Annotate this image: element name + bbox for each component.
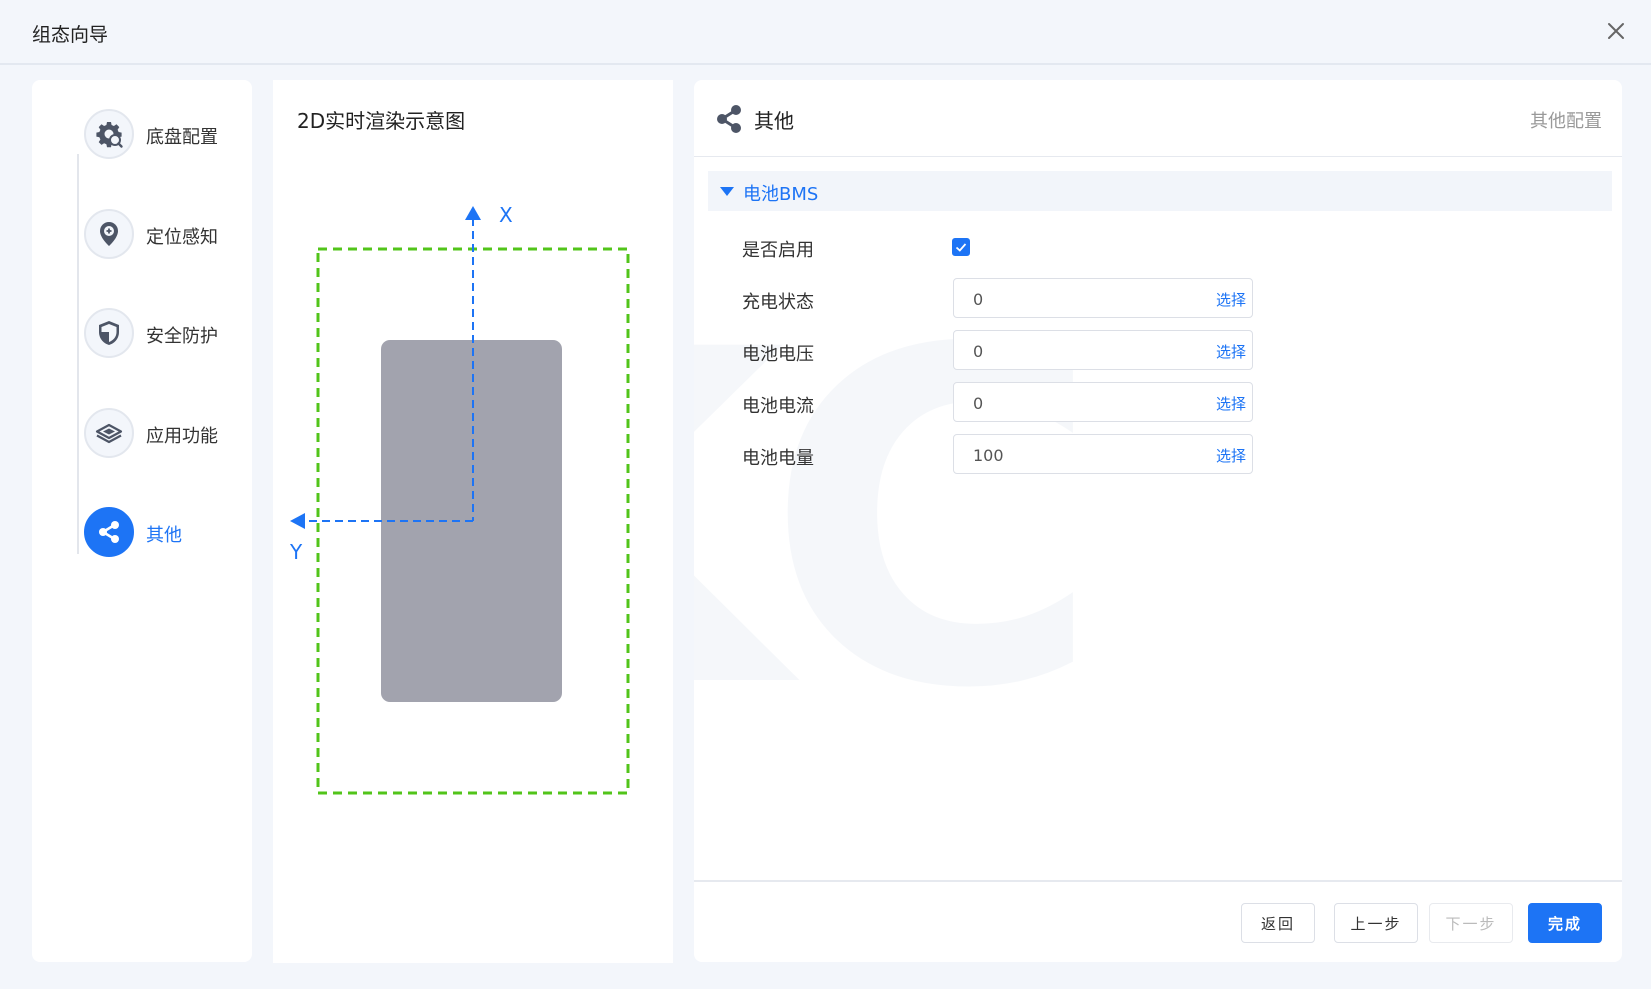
- y-axis-arrow: [290, 513, 305, 529]
- step-label: 安全防护: [146, 326, 218, 347]
- config-title: 其他: [754, 109, 794, 133]
- field-enabled: 是否启用: [694, 226, 1622, 266]
- charge-status-input-wrap: 选择: [953, 278, 1253, 319]
- field-battery-voltage: 电池电压 选择: [694, 330, 1622, 371]
- caret-down-icon: [720, 187, 734, 196]
- battery-voltage-input-wrap: 选择: [953, 330, 1253, 371]
- battery-level-input-wrap: 选择: [953, 434, 1253, 475]
- preview-panel: 2D实时渲染示意图 X Y: [273, 80, 673, 963]
- charge-status-input[interactable]: [954, 279, 1205, 319]
- y-axis-label: Y: [289, 540, 303, 564]
- step-icon-circle: [84, 209, 134, 259]
- step-icon-circle: [84, 507, 134, 557]
- x-axis-arrow: [465, 206, 481, 220]
- step-chassis-config[interactable]: 底盘配置: [84, 109, 274, 163]
- config-panel: KC 其他 其他配置 电池BMS 是否启用 充电状态 选择 电池电压 选择: [694, 80, 1622, 962]
- step-icon-circle: [84, 109, 134, 159]
- step-positioning[interactable]: 定位感知: [84, 209, 274, 263]
- field-battery-level: 电池电量 选择: [694, 434, 1622, 475]
- prev-step-button[interactable]: 上一步: [1334, 903, 1418, 943]
- layers-icon: [95, 423, 123, 444]
- field-charge-status: 充电状态 选择: [694, 278, 1622, 319]
- config-subtitle: 其他配置: [1530, 111, 1602, 132]
- select-button[interactable]: 选择: [1216, 341, 1246, 362]
- config-header: 其他 其他配置: [694, 80, 1622, 157]
- step-other[interactable]: 其他: [84, 507, 274, 561]
- back-button[interactable]: 返回: [1241, 903, 1315, 943]
- step-label: 底盘配置: [146, 127, 218, 148]
- battery-voltage-input[interactable]: [954, 331, 1205, 371]
- section-title: 电池BMS: [743, 184, 819, 205]
- render-canvas: X Y: [289, 203, 630, 795]
- battery-current-input[interactable]: [954, 383, 1205, 423]
- field-label: 充电状态: [742, 292, 814, 313]
- field-label: 电池电流: [742, 396, 814, 417]
- step-label: 定位感知: [146, 227, 218, 248]
- field-label: 是否启用: [742, 240, 814, 261]
- x-axis-label: X: [499, 203, 513, 227]
- window-titlebar: 组态向导: [0, 0, 1651, 65]
- next-step-button[interactable]: 下一步: [1429, 903, 1513, 943]
- step-safety[interactable]: 安全防护: [84, 308, 274, 362]
- field-battery-current: 电池电流 选择: [694, 382, 1622, 423]
- battery-current-input-wrap: 选择: [953, 382, 1253, 423]
- select-button[interactable]: 选择: [1216, 289, 1246, 310]
- window-title: 组态向导: [32, 24, 109, 46]
- close-icon[interactable]: [1601, 16, 1631, 46]
- step-label: 应用功能: [146, 426, 218, 447]
- section-battery-bms[interactable]: 电池BMS: [708, 171, 1612, 211]
- shield-icon: [99, 321, 119, 345]
- step-icon-circle: [84, 308, 134, 358]
- gear-icon: [96, 122, 123, 148]
- step-label: 其他: [146, 525, 182, 546]
- field-label: 电池电量: [742, 448, 814, 469]
- battery-level-input[interactable]: [954, 435, 1205, 475]
- steps-panel: 底盘配置 定位感知 安全防护 应用功能 其他: [32, 80, 252, 962]
- location-pin-icon: [100, 222, 118, 246]
- step-icon-circle: [84, 408, 134, 458]
- share-icon: [717, 105, 741, 133]
- finish-button[interactable]: 完成: [1528, 903, 1602, 943]
- select-button[interactable]: 选择: [1216, 445, 1246, 466]
- enable-checkbox[interactable]: [952, 238, 970, 256]
- share-icon: [99, 521, 119, 543]
- field-label: 电池电压: [742, 344, 814, 365]
- watermark: KC: [694, 254, 1102, 789]
- dialog-footer: 返回 上一步 下一步 完成: [694, 880, 1622, 962]
- select-button[interactable]: 选择: [1216, 393, 1246, 414]
- step-app-functions[interactable]: 应用功能: [84, 408, 274, 462]
- step-connector: [77, 154, 79, 554]
